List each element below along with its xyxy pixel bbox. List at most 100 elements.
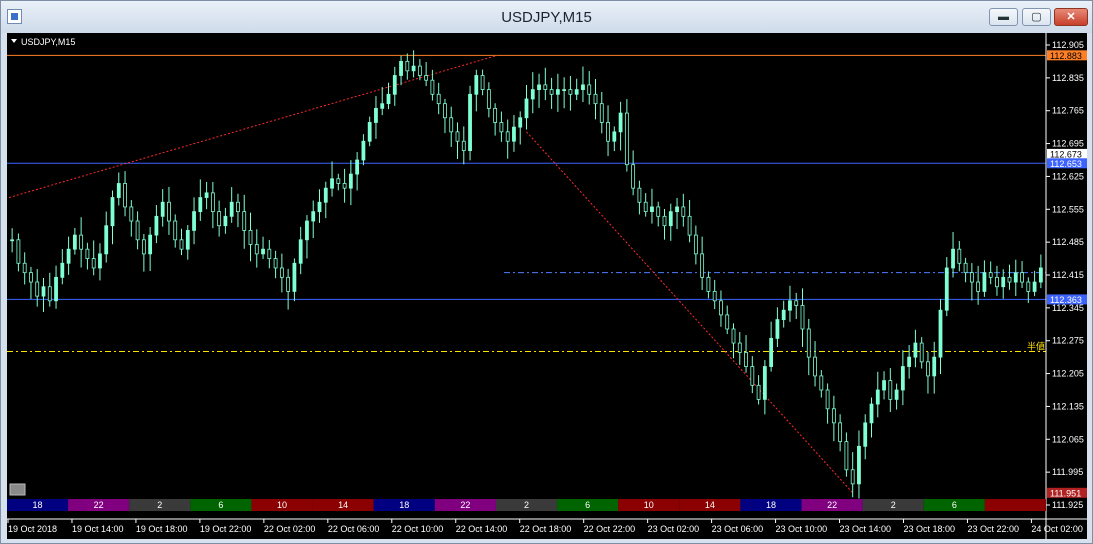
candle-body bbox=[825, 389, 830, 410]
candle-body bbox=[719, 300, 723, 316]
session-hour-label: 6 bbox=[218, 500, 223, 510]
candle-body bbox=[675, 206, 679, 213]
candle-body bbox=[687, 215, 692, 236]
candle-body bbox=[148, 234, 153, 255]
candle-body bbox=[819, 375, 824, 391]
candle-body bbox=[330, 178, 334, 189]
candle-body bbox=[411, 65, 416, 72]
time-axis-label: 22 Oct 22:00 bbox=[584, 524, 636, 534]
candle-body bbox=[116, 183, 121, 198]
candle-body bbox=[574, 89, 579, 95]
symbol-label[interactable]: USDJPY,M15 bbox=[11, 37, 75, 47]
candle-body bbox=[399, 61, 403, 76]
candle-body bbox=[631, 164, 636, 189]
session-segment: 6 bbox=[190, 499, 252, 511]
candle-body bbox=[995, 276, 999, 288]
candle-body bbox=[857, 445, 861, 485]
candle-body bbox=[662, 215, 667, 227]
price-axis-label: 112.765 bbox=[1052, 106, 1084, 116]
candle-body bbox=[98, 253, 102, 269]
session-hour-label: 10 bbox=[644, 500, 654, 510]
candle-body bbox=[712, 291, 717, 302]
session-segment: 10 bbox=[251, 499, 313, 511]
scroll-thumb[interactable] bbox=[9, 483, 26, 496]
session-segment: 10 bbox=[618, 499, 680, 511]
candle-body bbox=[681, 206, 686, 217]
session-hour-label: 18 bbox=[399, 500, 409, 510]
time-axis-label: 22 Oct 14:00 bbox=[456, 524, 508, 534]
candle-body bbox=[355, 159, 360, 175]
candle-body bbox=[141, 239, 146, 255]
candle-body bbox=[210, 192, 215, 213]
chart-area[interactable]: 半値 112.905 112.835 112.765 112.695 112.625 11… bbox=[7, 33, 1087, 539]
candle-body bbox=[317, 201, 322, 213]
candle-body bbox=[932, 356, 937, 377]
candle-body bbox=[963, 262, 968, 274]
candle-body bbox=[518, 117, 523, 128]
candle-body bbox=[788, 300, 792, 311]
time-axis-label: 22 Oct 18:00 bbox=[520, 524, 572, 534]
candle-body bbox=[223, 215, 228, 227]
time-axis-label: 23 Oct 06:00 bbox=[712, 524, 764, 534]
candle-body bbox=[725, 314, 730, 330]
session-hour-label: 2 bbox=[157, 500, 162, 510]
time-axis-label: 23 Oct 10:00 bbox=[776, 524, 828, 534]
minimize-button[interactable]: ▬ bbox=[989, 8, 1018, 26]
session-segment: 2 bbox=[129, 499, 191, 511]
candle-body bbox=[1013, 272, 1018, 283]
candle-body bbox=[549, 89, 554, 95]
candle-body bbox=[455, 131, 460, 142]
candle-body bbox=[192, 211, 196, 231]
session-segment: 2 bbox=[862, 499, 924, 511]
candle-body bbox=[781, 309, 786, 320]
candle-body bbox=[273, 258, 278, 269]
candle-body bbox=[555, 89, 560, 95]
time-axis-label: 19 Oct 2018 bbox=[8, 524, 57, 534]
candle-body bbox=[844, 441, 849, 471]
candle-body bbox=[838, 422, 843, 443]
close-button[interactable]: ✕ bbox=[1054, 8, 1088, 26]
chart-window: USDJPY,M15 ▬ ▢ ✕ 半値 112.905 112.835 112.76… bbox=[0, 0, 1093, 544]
candle-body bbox=[1038, 267, 1043, 283]
candle-body bbox=[305, 220, 309, 241]
candle-body bbox=[336, 178, 341, 184]
price-axis-label: 111.995 bbox=[1052, 467, 1083, 477]
candle-body bbox=[292, 262, 297, 292]
session-segment: 6 bbox=[923, 499, 985, 511]
candle-body bbox=[267, 248, 272, 259]
session-segment: 18 bbox=[740, 499, 802, 511]
maximize-button[interactable]: ▢ bbox=[1022, 8, 1051, 26]
candle-body bbox=[242, 211, 247, 231]
candle-body bbox=[907, 356, 912, 367]
session-segment: 18 bbox=[7, 499, 69, 511]
candle-body bbox=[79, 234, 84, 250]
session-segment-bg bbox=[984, 499, 1046, 511]
candle-body bbox=[737, 342, 742, 353]
candle-body bbox=[22, 262, 27, 274]
candle-body bbox=[813, 356, 817, 377]
session-segment: 14 bbox=[679, 499, 741, 511]
price-axis-label: 112.415 bbox=[1052, 270, 1084, 280]
candle-body bbox=[982, 272, 987, 292]
hline-price-0-label: 112.883 bbox=[1050, 51, 1082, 61]
candle-body bbox=[894, 389, 899, 400]
candle-body bbox=[342, 183, 347, 189]
time-axis-label: 22 Oct 06:00 bbox=[328, 524, 380, 534]
session-hour-label: 22 bbox=[460, 500, 470, 510]
candle-body bbox=[900, 366, 905, 391]
price-axis-label: 112.205 bbox=[1052, 369, 1084, 379]
session-hour-label: 18 bbox=[766, 500, 776, 510]
session-hour-label: 22 bbox=[827, 500, 837, 510]
price-axis-label: 112.485 bbox=[1052, 237, 1084, 247]
candle-body bbox=[29, 272, 33, 283]
title-bar[interactable]: USDJPY,M15 ▬ ▢ ✕ bbox=[1, 1, 1092, 33]
candle-body bbox=[637, 187, 642, 203]
candle-body bbox=[123, 183, 127, 208]
candle-body bbox=[54, 276, 58, 302]
candle-body bbox=[443, 103, 447, 119]
candle-body bbox=[386, 93, 391, 105]
price-chart[interactable]: 半値 112.905 112.835 112.765 112.695 112.625 11… bbox=[7, 33, 1087, 539]
candle-body bbox=[926, 361, 930, 377]
candle-body bbox=[969, 272, 974, 283]
time-axis-label: 19 Oct 18:00 bbox=[136, 524, 188, 534]
